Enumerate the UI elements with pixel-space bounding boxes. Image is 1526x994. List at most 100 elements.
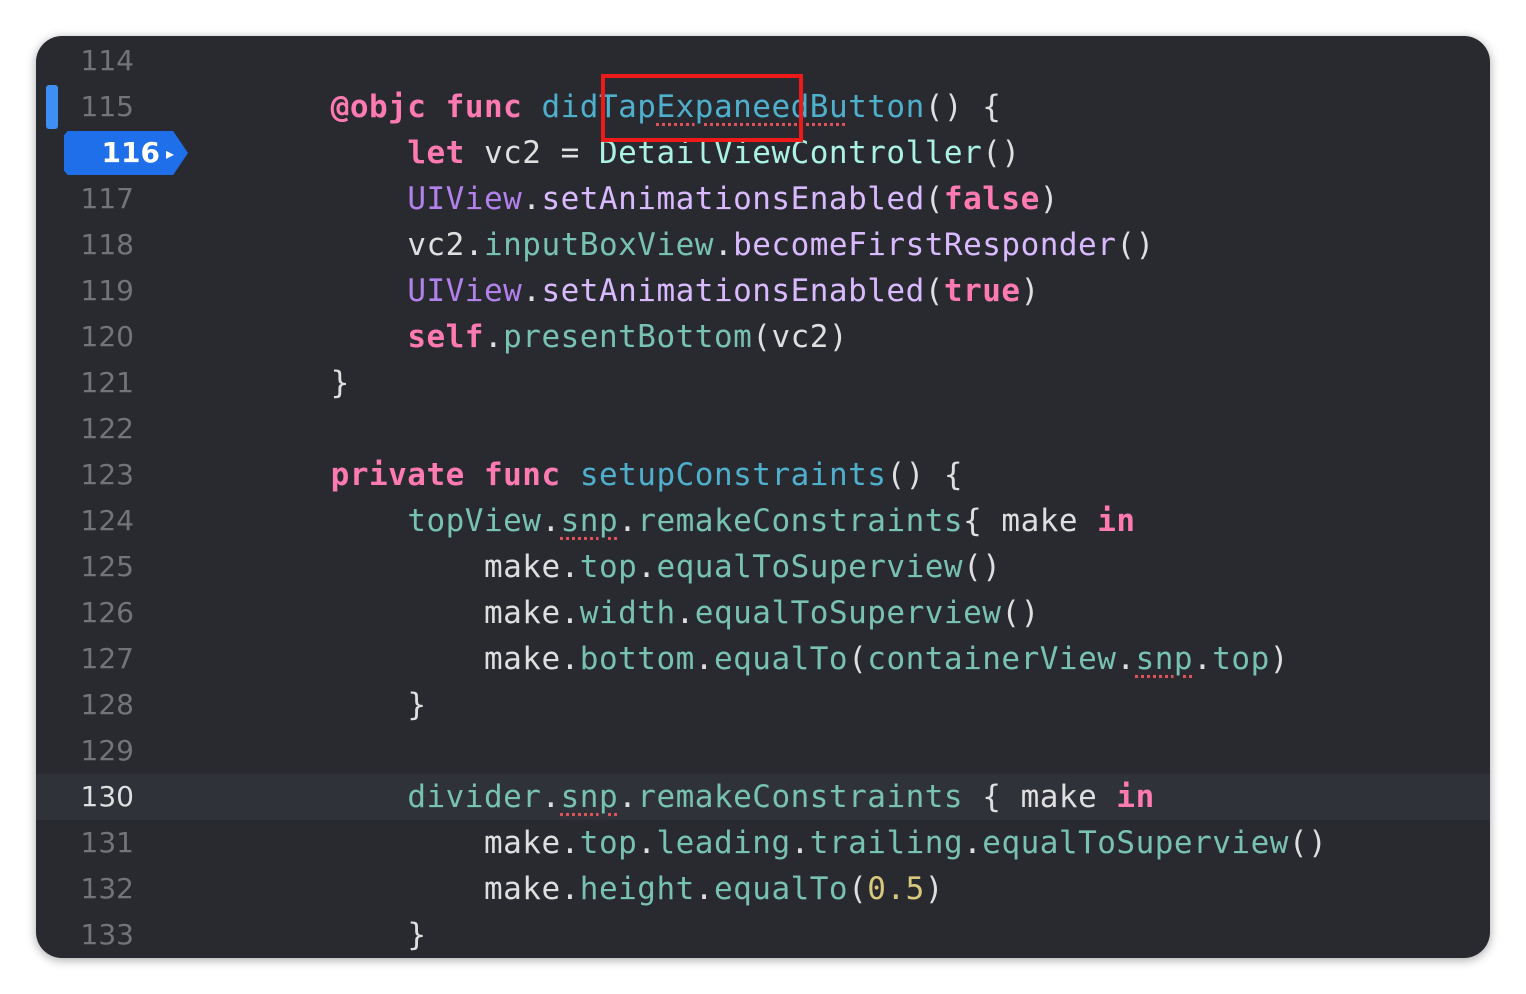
code-token: .	[618, 779, 638, 815]
line-number[interactable]: 133	[36, 912, 134, 958]
code-token: make.	[483, 825, 580, 861]
code-token: snp	[560, 779, 619, 815]
line-number[interactable]: 117	[36, 176, 134, 222]
code-line[interactable]: 120 self.presentBottom(vc2)	[36, 314, 1490, 360]
line-number[interactable]: 120	[36, 314, 134, 360]
code-token: ()	[963, 549, 1002, 585]
code-text[interactable]: make.top.leading.trailing.equalToSupervi…	[254, 820, 1327, 866]
code-token: inputBoxView	[483, 227, 714, 263]
line-number[interactable]: 126	[36, 590, 134, 636]
line-number[interactable]: 129	[36, 728, 134, 774]
line-number[interactable]: 114	[36, 38, 134, 84]
code-token: .	[713, 227, 734, 263]
code-text[interactable]: vc2.inputBoxView.becomeFirstResponder()	[254, 222, 1155, 268]
code-token: equalTo	[713, 871, 849, 907]
code-line[interactable]: 128 }	[36, 682, 1490, 728]
code-token: () {	[886, 457, 964, 493]
line-number[interactable]: 130	[36, 774, 134, 820]
code-token: setAnimationsEnabled	[541, 273, 925, 309]
code-token: .	[1193, 641, 1213, 677]
code-line[interactable]: 122	[36, 406, 1490, 452]
code-line[interactable]: 123 private func setupConstraints() {	[36, 452, 1490, 498]
code-token: top	[1212, 641, 1270, 677]
code-text[interactable]: UIView.setAnimationsEnabled(false)	[254, 176, 1059, 222]
code-token: .	[637, 825, 657, 861]
code-text[interactable]: UIView.setAnimationsEnabled(true)	[254, 268, 1040, 314]
code-token: (	[848, 871, 868, 907]
code-token: .	[637, 549, 657, 585]
code-token: equalToSuperview	[656, 549, 964, 585]
line-number[interactable]: 128	[36, 682, 134, 728]
line-number[interactable]: 132	[36, 866, 134, 912]
code-token: false	[943, 181, 1040, 217]
code-token: setAnimationsEnabled	[541, 181, 925, 217]
code-text[interactable]: topView.snp.remakeConstraints{ make in	[254, 498, 1136, 544]
code-text[interactable]: make.width.equalToSuperview()	[254, 590, 1040, 636]
code-editor[interactable]: 114 115 @objc func didTapExpaneedButton()…	[36, 36, 1490, 958]
code-token: @objc	[330, 89, 427, 125]
code-token: let	[407, 135, 465, 171]
code-text[interactable]: make.bottom.equalTo(containerView.snp.to…	[254, 636, 1289, 682]
code-token: .	[1116, 641, 1136, 677]
code-line[interactable]: 131 make.top.leading.trailing.equalToSup…	[36, 820, 1490, 866]
code-token: .	[618, 503, 638, 539]
code-token: .	[694, 641, 714, 677]
code-line[interactable]: 121 }	[36, 360, 1490, 406]
line-number[interactable]: 122	[36, 406, 134, 452]
line-number[interactable]: 127	[36, 636, 134, 682]
code-line[interactable]: 132 make.height.equalTo(0.5)	[36, 866, 1490, 912]
code-line[interactable]: 126 make.width.equalToSuperview()	[36, 590, 1490, 636]
code-token: containerView	[867, 641, 1117, 677]
code-text[interactable]: }	[254, 682, 426, 728]
code-token: .	[790, 825, 810, 861]
line-number[interactable]: 125	[36, 544, 134, 590]
line-number[interactable]: 123	[36, 452, 134, 498]
code-line[interactable]: 130 divider.snp.remakeConstraints { make…	[36, 774, 1490, 820]
code-token: )	[1020, 273, 1040, 309]
change-indicator	[46, 85, 58, 129]
code-token: }	[407, 687, 427, 723]
code-token: .	[522, 273, 542, 309]
code-token: .	[694, 871, 714, 907]
code-token: () {	[924, 89, 1002, 125]
breakpoint-marker[interactable]: 116 ▸	[64, 131, 188, 175]
line-number[interactable]: 119	[36, 268, 134, 314]
code-line[interactable]: 127 make.bottom.equalTo(containerView.sn…	[36, 636, 1490, 682]
code-token: divider	[407, 779, 542, 815]
code-token: equalTo	[713, 641, 849, 677]
line-number[interactable]: 131	[36, 820, 134, 866]
code-line[interactable]: 117 UIView.setAnimationsEnabled(false)	[36, 176, 1490, 222]
code-token: (	[924, 181, 944, 217]
code-text[interactable]: make.top.equalToSuperview()	[254, 544, 1001, 590]
code-token: UIView	[407, 273, 523, 309]
code-line[interactable]: 125 make.top.equalToSuperview()	[36, 544, 1490, 590]
code-token: snp	[1135, 641, 1194, 677]
code-token: make.	[483, 641, 580, 677]
code-token: trailing	[809, 825, 964, 861]
code-line[interactable]: 129	[36, 728, 1490, 774]
code-text[interactable]: self.presentBottom(vc2)	[254, 314, 848, 360]
code-text[interactable]: make.height.equalTo(0.5)	[254, 866, 944, 912]
code-token: func	[445, 89, 523, 125]
code-text[interactable]: divider.snp.remakeConstraints { make in	[254, 774, 1155, 820]
code-token: presentBottom	[503, 319, 753, 355]
code-token: top	[579, 549, 638, 585]
code-line[interactable]: 133 }	[36, 912, 1490, 958]
code-token: remakeConstraints	[637, 779, 964, 815]
code-line[interactable]: 118 vc2.inputBoxView.becomeFirstResponde…	[36, 222, 1490, 268]
code-text[interactable]: }	[254, 360, 350, 406]
code-line[interactable]: 119 UIView.setAnimationsEnabled(true)	[36, 268, 1490, 314]
code-token: .	[541, 779, 561, 815]
annotation-highlight-box	[601, 74, 803, 142]
code-line[interactable]: 124 topView.snp.remakeConstraints{ make …	[36, 498, 1490, 544]
code-token: .	[541, 503, 561, 539]
line-number[interactable]: 124	[36, 498, 134, 544]
code-token: leading	[656, 825, 791, 861]
line-number[interactable]: 121	[36, 360, 134, 406]
code-token: remakeConstraints	[637, 503, 964, 539]
code-text[interactable]: private func setupConstraints() {	[254, 452, 963, 498]
line-number[interactable]: 118	[36, 222, 134, 268]
code-text[interactable]: }	[254, 912, 426, 958]
